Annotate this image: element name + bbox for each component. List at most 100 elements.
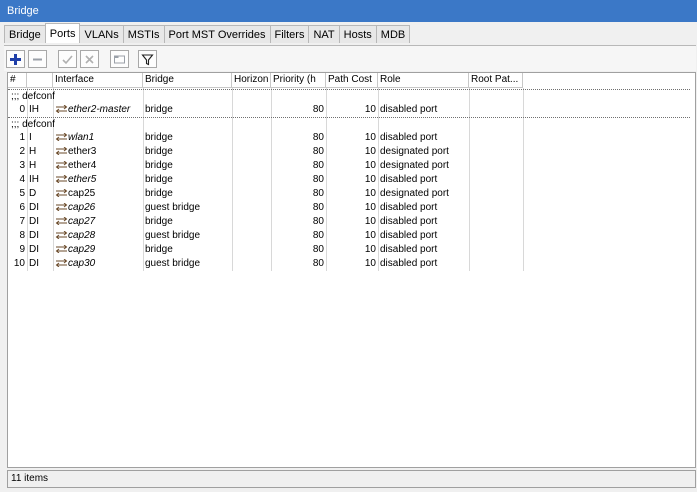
table-row[interactable]: 3 Hether4 bridge 80 10 designated port [8, 159, 690, 172]
add-icon [10, 53, 21, 65]
col-header-path-cost[interactable]: Path Cost [326, 73, 378, 87]
group-comment: ;;; defconf [8, 89, 690, 102]
cell-root-path [471, 243, 523, 256]
cell-path-cost: 10 [364, 146, 376, 157]
cell-role: disabled port [380, 244, 438, 255]
table-row[interactable]: 8 DI cap28 guest bridge 80 10 disabled port [8, 229, 690, 242]
cell-num: 1 [19, 132, 25, 143]
cell-bridge: bridge [145, 146, 173, 157]
cell-role: disabled port [380, 230, 438, 241]
ports-table[interactable]: # Interface Bridge Horizon Priority (h P… [7, 72, 696, 468]
tab-bridge[interactable]: Bridge [4, 25, 46, 43]
table-row[interactable]: 9 DI cap29 bridge 80 10 disabled port [8, 243, 690, 256]
cell-interface: cap26 [55, 201, 143, 214]
cell-path-cost: 10 [364, 160, 376, 171]
cell-interface: cap30 [55, 257, 143, 270]
cell-bridge: guest bridge [145, 258, 201, 269]
col-header-root-path[interactable]: Root Pat... [469, 73, 523, 87]
col-header-role[interactable]: Role [378, 73, 469, 87]
col-header-flags[interactable] [27, 73, 53, 87]
cell-flags: DI [29, 244, 39, 255]
disable-button[interactable] [80, 50, 99, 68]
tab-mstis[interactable]: MSTIs [122, 25, 165, 43]
cell-horizon [234, 131, 271, 144]
cell-priority: 80 [312, 104, 324, 115]
cell-interface: cap28 [55, 229, 143, 242]
cell-priority: 80 [312, 216, 324, 227]
window-title: Bridge [0, 0, 697, 22]
tab-vlans[interactable]: VLANs [79, 25, 124, 43]
add-button[interactable] [6, 50, 25, 68]
tab-filters[interactable]: Filters [269, 25, 310, 43]
table-row[interactable]: 6 DI cap26 guest bridge 80 10 disabled port [8, 201, 690, 214]
toolbar [4, 45, 696, 71]
cell-num: 2 [19, 146, 25, 157]
cell-path-cost: 10 [364, 202, 376, 213]
interface-name: cap30 [68, 258, 96, 269]
comment-icon [114, 55, 125, 63]
table-row[interactable]: 4 IH ether5 bridge 80 10 disabled port [8, 173, 690, 186]
cell-root-path [471, 131, 523, 144]
cell-interface: cap29 [55, 243, 143, 256]
interface-icon [55, 132, 68, 143]
cell-flags: IH [29, 104, 39, 115]
cell-num: 5 [19, 188, 25, 199]
cell-num: 0 [19, 104, 25, 115]
cell-num: 4 [19, 174, 25, 185]
col-header-horizon[interactable]: Horizon [232, 73, 271, 87]
cell-num: 7 [19, 216, 25, 227]
table-row[interactable]: 0 IH ether2-master bridge 80 10 disabled port [8, 103, 690, 116]
cell-role: disabled port [380, 258, 438, 269]
interface-name: cap29 [68, 244, 96, 255]
cell-flags: H [29, 146, 37, 157]
tab-hosts[interactable]: Hosts [338, 25, 377, 43]
col-header-interface[interactable]: Interface [53, 73, 143, 87]
cell-priority: 80 [312, 174, 324, 185]
tab-ports[interactable]: Ports [44, 23, 81, 43]
cell-priority: 80 [312, 188, 324, 199]
cell-interface: ether5 [55, 173, 143, 186]
cell-role: disabled port [380, 104, 438, 115]
table-header: # Interface Bridge Horizon Priority (h P… [8, 73, 523, 88]
cell-flags: D [29, 188, 37, 199]
cell-role: disabled port [380, 174, 438, 185]
cell-num: 6 [19, 202, 25, 213]
cell-role: disabled port [380, 132, 438, 143]
filter-button[interactable] [138, 50, 157, 68]
table-row[interactable]: 2 Hether3 bridge 80 10 designated port [8, 145, 690, 158]
cell-num: 8 [19, 230, 25, 241]
cell-flags: DI [29, 258, 39, 269]
cell-role: designated port [380, 160, 449, 171]
enable-icon [62, 54, 73, 64]
cell-horizon [234, 103, 271, 116]
table-row[interactable]: 10 DI cap30 guest bridge 80 10 disabled port [8, 257, 690, 270]
cell-interface: ether2-master [55, 103, 143, 116]
interface-icon [55, 202, 68, 213]
cell-interface: cap27 [55, 215, 143, 228]
cell-root-path [471, 201, 523, 214]
interface-name: wlan1 [68, 132, 95, 143]
tab-port-mst-overrides[interactable]: Port MST Overrides [163, 25, 271, 43]
cell-role: disabled port [380, 202, 438, 213]
cell-interface: ether3 [55, 145, 143, 158]
col-header-priority[interactable]: Priority (h [271, 73, 326, 87]
cell-horizon [234, 215, 271, 228]
col-header-num[interactable]: # [8, 73, 27, 87]
table-row[interactable]: 5 Dcap25 bridge 80 10 designated port [8, 187, 690, 200]
cell-role: designated port [380, 146, 449, 157]
disable-icon [85, 54, 94, 64]
interface-icon [55, 244, 68, 255]
enable-button[interactable] [58, 50, 77, 68]
interface-name: cap28 [68, 230, 96, 241]
remove-button[interactable] [28, 50, 47, 68]
table-row[interactable]: 7 DI cap27 bridge 80 10 disabled port [8, 215, 690, 228]
tab-mdb[interactable]: MDB [375, 25, 411, 43]
tab-nat[interactable]: NAT [308, 25, 340, 43]
cell-horizon [234, 145, 271, 158]
cell-priority: 80 [312, 258, 324, 269]
cell-bridge: guest bridge [145, 230, 201, 241]
interface-icon [55, 174, 68, 185]
table-row[interactable]: 1 Iwlan1 bridge 80 10 disabled port [8, 131, 690, 144]
comment-button[interactable] [110, 50, 129, 68]
col-header-bridge[interactable]: Bridge [143, 73, 232, 87]
